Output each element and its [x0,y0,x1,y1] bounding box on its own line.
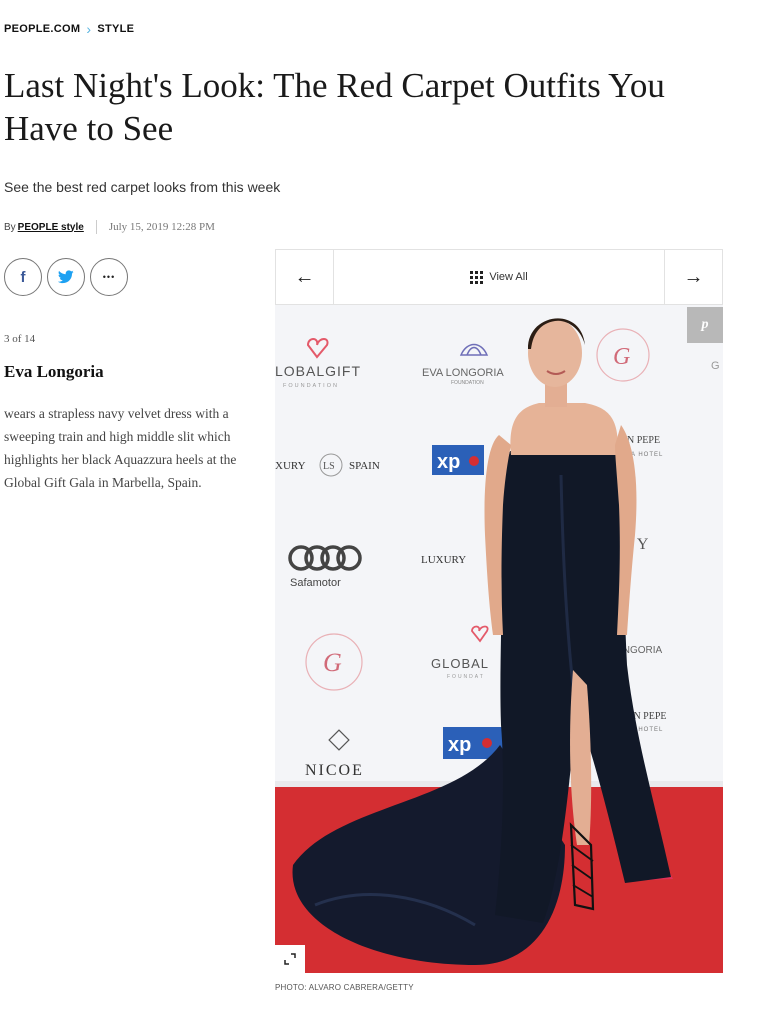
article-subtitle: See the best red carpet looks from this … [4,179,281,195]
grid-icon [470,270,484,284]
gallery-nav: ← View All → [275,249,723,305]
xpos-logo-1: xp [432,445,484,475]
slide-counter: 3 of 14 [4,333,36,345]
slide-name: Eva Longoria [4,362,104,381]
svg-text:G: G [613,344,630,370]
audi-sub-text: Safamotor [290,577,341,589]
view-all-label: View All [489,271,528,283]
expand-icon [284,953,296,965]
g-edge-text: G [711,360,720,372]
pinterest-save-button[interactable]: p [687,307,723,343]
svg-text:G: G [323,648,342,677]
breadcrumb-section-link[interactable]: STYLE [97,23,134,35]
luxury-spain-left-text: XURY [275,460,306,472]
global-2-sub-text: FOUNDAT [447,674,485,680]
xpos-text-1: xp [437,451,460,473]
publish-date: July 15, 2019 12:28 PM [108,221,215,233]
twitter-share-button[interactable] [47,258,85,296]
view-all-button[interactable]: View All [334,250,664,304]
share-bar: f ••• [4,258,128,296]
xpos-text-2: xp [448,734,471,756]
gallery-photo[interactable]: LOBALGIFT FOUNDATION XURY LS SPAIN Safam… [275,305,723,973]
byline-prefix: By [4,221,16,233]
author-link[interactable]: PEOPLE style [18,222,84,233]
global-gift-sub-text: FOUNDATION [283,383,339,389]
slide-description: wears a strapless navy velvet dress with… [4,406,237,490]
eva-foundation-text: EVA LONGORIA [422,367,504,379]
global-2-text: GLOBAL [431,656,489,671]
pinterest-icon: p [701,317,709,332]
don-pepe-sub-text-1: A HOTEL [631,452,663,458]
arrow-right-icon: → [683,265,704,288]
nicole-text: NICOE [305,762,364,779]
don-pepe-text-1: N PEPE [627,435,660,446]
byline: By PEOPLE style July 15, 2019 12:28 PM [4,220,215,234]
photo-credit: PHOTO: ALVARO CABRERA/GETTY [275,983,414,992]
page-title: Last Night's Look: The Red Carpet Outfit… [4,66,665,148]
chevron-right-icon: › [86,21,92,37]
breadcrumb-site-link[interactable]: PEOPLE.COM [4,23,80,35]
luxury-text: LUXURY [421,554,466,566]
fullscreen-button[interactable] [275,945,305,973]
luxury-logo: LUXURY [421,554,466,566]
next-slide-button[interactable]: → [664,250,722,304]
facebook-icon: f [20,268,26,286]
luxury-spain-badge-text: LS [323,461,335,472]
eva-foundation-sub-text: FOUNDATION [451,380,484,386]
global-gift-text: LOBALGIFT [275,363,361,379]
more-icon: ••• [102,272,116,282]
facebook-share-button[interactable]: f [4,258,42,296]
more-share-button[interactable]: ••• [90,258,128,296]
twitter-icon [58,270,74,284]
luxury-spain-right-text: SPAIN [349,460,380,472]
byline-divider [95,220,97,234]
previous-slide-button[interactable]: ← [276,250,334,304]
red-carpet-photo: LOBALGIFT FOUNDATION XURY LS SPAIN Safam… [275,305,723,973]
breadcrumb: PEOPLE.COM › STYLE [4,22,134,36]
arrow-left-icon: ← [294,265,315,288]
